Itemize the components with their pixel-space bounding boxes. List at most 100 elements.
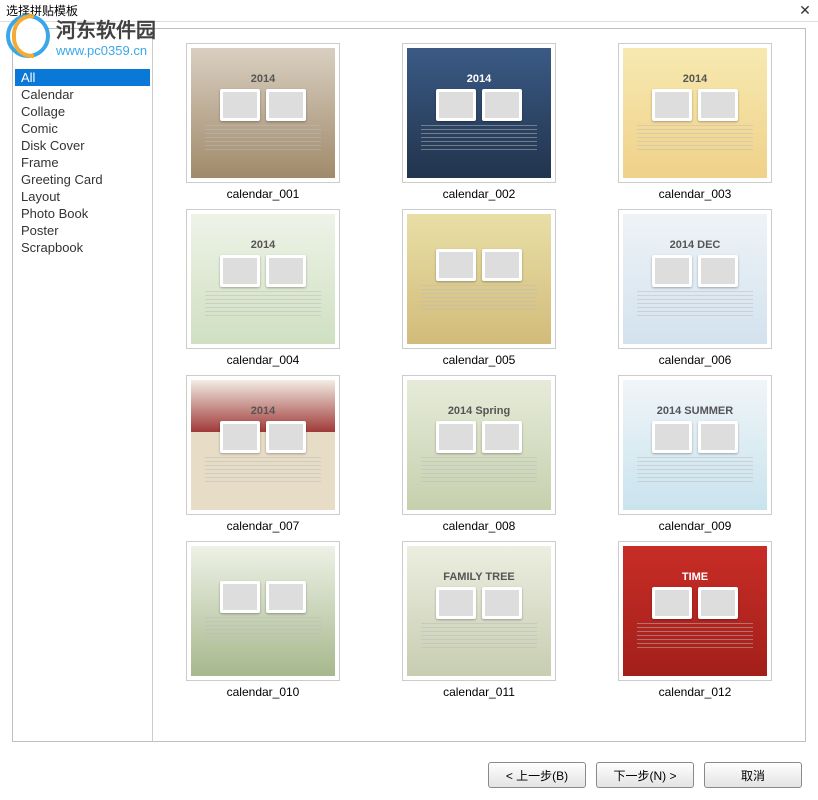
- template-card[interactable]: 2014 calendar_002: [385, 43, 573, 201]
- photo-placeholder: [436, 89, 476, 121]
- template-thumbnail[interactable]: 2014 Spring: [402, 375, 556, 515]
- sidebar-item-layout[interactable]: Layout: [15, 188, 150, 205]
- photo-placeholder: [698, 421, 738, 453]
- template-thumbnail[interactable]: FAMILY TREE: [402, 541, 556, 681]
- template-preview: 2014 SUMMER: [623, 380, 767, 510]
- template-card[interactable]: 2014 calendar_004: [169, 209, 357, 367]
- sidebar-item-calendar[interactable]: Calendar: [15, 86, 150, 103]
- template-tag: 2014 Spring: [448, 405, 510, 417]
- template-tag: 2014 DEC: [670, 239, 721, 251]
- calendar-grid-icon: [205, 291, 320, 319]
- sidebar-item-frame[interactable]: Frame: [15, 154, 150, 171]
- template-name: calendar_009: [659, 519, 732, 533]
- template-tag: 2014: [683, 73, 707, 85]
- window-titlebar: 选择拼贴模板 ✕: [0, 0, 818, 22]
- photo-placeholder: [266, 255, 306, 287]
- template-thumbnail[interactable]: TIME: [618, 541, 772, 681]
- template-name: calendar_005: [443, 353, 516, 367]
- photo-placeholder: [436, 587, 476, 619]
- template-preview: 2014 Spring: [407, 380, 551, 510]
- photo-placeholder: [220, 255, 260, 287]
- template-tag: 2014 SUMMER: [657, 405, 733, 417]
- calendar-grid-icon: [637, 623, 752, 651]
- template-tag: 2014: [251, 405, 275, 417]
- template-preview: 2014: [191, 48, 335, 178]
- template-card[interactable]: 2014 DEC calendar_006: [601, 209, 789, 367]
- template-preview: 2014 DEC: [623, 214, 767, 344]
- template-card[interactable]: 2014 Spring calendar_008: [385, 375, 573, 533]
- calendar-grid-icon: [637, 125, 752, 153]
- template-name: calendar_004: [227, 353, 300, 367]
- photo-placeholder: [266, 89, 306, 121]
- template-tag: TIME: [682, 571, 708, 583]
- template-card[interactable]: 2014 SUMMER calendar_009: [601, 375, 789, 533]
- photo-placeholder: [652, 89, 692, 121]
- template-thumbnail[interactable]: 2014: [618, 43, 772, 183]
- photo-placeholder: [482, 421, 522, 453]
- photo-placeholder: [220, 89, 260, 121]
- back-button[interactable]: < 上一步(B): [488, 762, 586, 788]
- calendar-grid-icon: [205, 125, 320, 153]
- sidebar-item-collage[interactable]: Collage: [15, 103, 150, 120]
- template-card[interactable]: TIME calendar_012: [601, 541, 789, 699]
- template-card[interactable]: 2014 calendar_007: [169, 375, 357, 533]
- cancel-button[interactable]: 取消: [704, 762, 802, 788]
- calendar-grid-icon: [205, 457, 320, 485]
- photo-placeholder: [220, 581, 260, 613]
- template-preview: 2014: [623, 48, 767, 178]
- template-preview: FAMILY TREE: [407, 546, 551, 676]
- sidebar-item-poster[interactable]: Poster: [15, 222, 150, 239]
- template-name: calendar_006: [659, 353, 732, 367]
- template-name: calendar_010: [227, 685, 300, 699]
- template-thumbnail[interactable]: 2014: [402, 43, 556, 183]
- sidebar-item-greeting-card[interactable]: Greeting Card: [15, 171, 150, 188]
- photo-placeholder: [266, 421, 306, 453]
- template-card[interactable]: 2014 calendar_001: [169, 43, 357, 201]
- sidebar-item-comic[interactable]: Comic: [15, 120, 150, 137]
- template-name: calendar_007: [227, 519, 300, 533]
- photo-placeholder: [220, 421, 260, 453]
- template-thumbnail[interactable]: 2014: [186, 43, 340, 183]
- photo-placeholder: [652, 421, 692, 453]
- template-name: calendar_012: [659, 685, 732, 699]
- sidebar-item-photo-book[interactable]: Photo Book: [15, 205, 150, 222]
- template-card[interactable]: calendar_010: [169, 541, 357, 699]
- template-name: calendar_003: [659, 187, 732, 201]
- template-name: calendar_001: [227, 187, 300, 201]
- template-preview: 2014: [191, 214, 335, 344]
- template-tag: 2014: [251, 73, 275, 85]
- sidebar-item-disk-cover[interactable]: Disk Cover: [15, 137, 150, 154]
- calendar-grid-icon: [637, 291, 752, 319]
- template-gallery[interactable]: 2014 calendar_001 2014 calendar_002 2014 cale…: [153, 29, 805, 741]
- dialog-body: AllCalendarCollageComicDisk CoverFrameGr…: [12, 28, 806, 742]
- next-button[interactable]: 下一步(N) >: [596, 762, 694, 788]
- template-thumbnail[interactable]: 2014 DEC: [618, 209, 772, 349]
- sidebar-item-scrapbook[interactable]: Scrapbook: [15, 239, 150, 256]
- template-preview: [191, 546, 335, 676]
- template-preview: 2014: [191, 380, 335, 510]
- template-preview: 2014: [407, 48, 551, 178]
- calendar-grid-icon: [637, 457, 752, 485]
- template-thumbnail[interactable]: 2014: [186, 209, 340, 349]
- calendar-grid-icon: [421, 457, 536, 485]
- calendar-grid-icon: [421, 125, 536, 153]
- template-thumbnail[interactable]: [402, 209, 556, 349]
- template-name: calendar_008: [443, 519, 516, 533]
- template-name: calendar_002: [443, 187, 516, 201]
- photo-placeholder: [652, 255, 692, 287]
- template-thumbnail[interactable]: 2014 SUMMER: [618, 375, 772, 515]
- template-thumbnail[interactable]: [186, 541, 340, 681]
- template-gallery-wrap: 2014 calendar_001 2014 calendar_002 2014 cale…: [153, 29, 805, 741]
- template-tag: FAMILY TREE: [443, 571, 515, 583]
- template-thumbnail[interactable]: 2014: [186, 375, 340, 515]
- template-card[interactable]: calendar_005: [385, 209, 573, 367]
- template-card[interactable]: 2014 calendar_003: [601, 43, 789, 201]
- calendar-grid-icon: [421, 285, 536, 313]
- close-icon[interactable]: ✕: [798, 4, 812, 18]
- photo-placeholder: [652, 587, 692, 619]
- sidebar-item-all[interactable]: All: [15, 69, 150, 86]
- calendar-grid-icon: [421, 623, 536, 651]
- template-card[interactable]: FAMILY TREEcalendar_011: [385, 541, 573, 699]
- photo-placeholder: [436, 421, 476, 453]
- photo-placeholder: [482, 249, 522, 281]
